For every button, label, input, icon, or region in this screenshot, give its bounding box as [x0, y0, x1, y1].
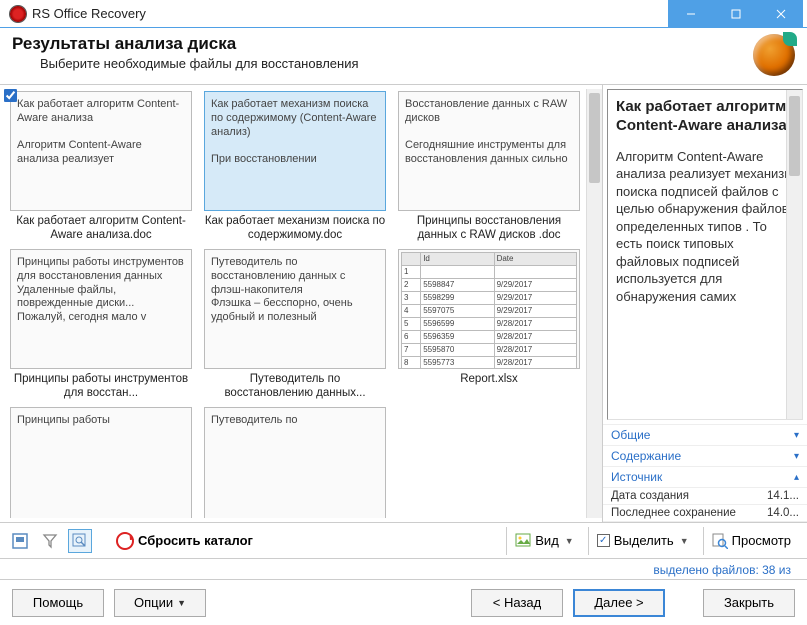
preview-button[interactable]: Просмотр [703, 527, 799, 555]
property-row: Последнее сохранение14.0... [603, 505, 807, 522]
preview-title: Как работает алгоритм Content-Aware анал… [616, 98, 794, 136]
file-gallery: Как работает алгоритм Content-Aware анал… [0, 85, 602, 522]
titlebar: RS Office Recovery [0, 0, 807, 28]
file-thumbnail: Путеводитель по восстановлению данных с … [204, 249, 386, 369]
file-item[interactable]: Путеводитель по восстановлению данных с … [198, 247, 392, 405]
chevron-up-icon: ▴ [794, 472, 799, 483]
refresh-icon [116, 532, 134, 550]
preview-body: Алгоритм Content-Aware анализа реализует… [616, 148, 794, 306]
file-thumbnail: Как работает алгоритм Content-Aware анал… [10, 91, 192, 211]
file-item[interactable]: Восстановление данных с RAW дисков Сегод… [392, 89, 586, 247]
file-thumbnail: Принципы работы [10, 407, 192, 518]
chevron-down-icon: ▾ [794, 451, 799, 462]
file-item[interactable]: Принципы работы инструментов для восстан… [4, 247, 198, 405]
large-icons-button[interactable] [8, 529, 32, 553]
accordion-source[interactable]: Источник ▴ [603, 467, 807, 488]
view-dropdown[interactable]: Вид ▼ [506, 527, 581, 555]
gallery-scrollbar[interactable] [586, 89, 602, 518]
chevron-down-icon: ▼ [177, 598, 186, 608]
chevron-down-icon: ▼ [680, 536, 689, 546]
preview-pane: Как работает алгоритм Content-Aware анал… [607, 89, 803, 420]
side-panel: Как работает алгоритм Content-Aware анал… [602, 85, 807, 522]
maximize-button[interactable] [713, 0, 758, 28]
reset-catalog-button[interactable]: Сбросить каталог [116, 532, 253, 550]
status-selected-count: выделено файлов: 38 из [0, 559, 807, 579]
back-button[interactable]: < Назад [471, 589, 563, 617]
file-thumbnail: Принципы работы инструментов для восстан… [10, 249, 192, 369]
search-button[interactable] [68, 529, 92, 553]
select-dropdown[interactable]: ✓ Выделить ▼ [588, 527, 697, 555]
file-thumbnail: Восстановление данных с RAW дисков Сегод… [398, 91, 580, 211]
file-caption: Как работает алгоритм Content-Aware анал… [6, 215, 196, 245]
window-title: RS Office Recovery [32, 6, 668, 21]
app-icon [10, 6, 26, 22]
file-item[interactable]: Принципы работы [4, 405, 198, 518]
options-button[interactable]: Опции▼ [114, 589, 206, 617]
close-button[interactable] [758, 0, 803, 28]
file-item[interactable]: Как работает механизм поиска по содержим… [198, 89, 392, 247]
file-item[interactable]: Как работает алгоритм Content-Aware анал… [4, 89, 198, 247]
footer: Помощь Опции▼ < Назад Далее > Закрыть [0, 579, 807, 625]
minimize-button[interactable] [668, 0, 713, 28]
filter-button[interactable] [38, 529, 62, 553]
chevron-down-icon: ▼ [565, 536, 574, 546]
page-subtitle: Выберите необходимые файлы для восстанов… [12, 56, 753, 71]
accordion-general[interactable]: Общие ▾ [603, 425, 807, 446]
property-row: Дата создания14.1... [603, 488, 807, 505]
checkbox-icon: ✓ [597, 534, 610, 547]
file-thumbnail: Путеводитель по [204, 407, 386, 518]
file-item[interactable]: IdDate1255988479/29/2017355982999/29/201… [392, 247, 586, 405]
file-caption: Как работает механизм поиска по содержим… [200, 215, 390, 245]
next-button[interactable]: Далее > [573, 589, 665, 617]
file-caption: Принципы работы инструментов для восстан… [6, 373, 196, 403]
product-logo [753, 34, 795, 76]
page-title: Результаты анализа диска [12, 34, 753, 54]
file-item[interactable]: Путеводитель по [198, 405, 392, 518]
file-caption: Путеводитель по восстановлению данных... [200, 373, 390, 403]
file-thumbnail: Как работает механизм поиска по содержим… [204, 91, 386, 211]
toolbar: Сбросить каталог Вид ▼ ✓ Выделить ▼ Прос… [0, 523, 807, 559]
page-header: Результаты анализа диска Выберите необхо… [0, 28, 807, 85]
preview-scrollbar[interactable] [786, 90, 802, 419]
file-thumbnail: IdDate1255988479/29/2017355982999/29/201… [398, 249, 580, 369]
close-button-footer[interactable]: Закрыть [703, 589, 795, 617]
accordion-content[interactable]: Содержание ▾ [603, 446, 807, 467]
help-button[interactable]: Помощь [12, 589, 104, 617]
picture-icon [515, 533, 531, 549]
chevron-down-icon: ▾ [794, 430, 799, 441]
magnifier-icon [712, 533, 728, 549]
file-checkbox[interactable] [4, 89, 17, 102]
file-caption: Принципы восстановления данных с RAW дис… [394, 215, 584, 245]
properties-list: Дата создания14.1...Последнее сохранение… [603, 488, 807, 522]
file-caption: Report.xlsx [394, 373, 584, 403]
